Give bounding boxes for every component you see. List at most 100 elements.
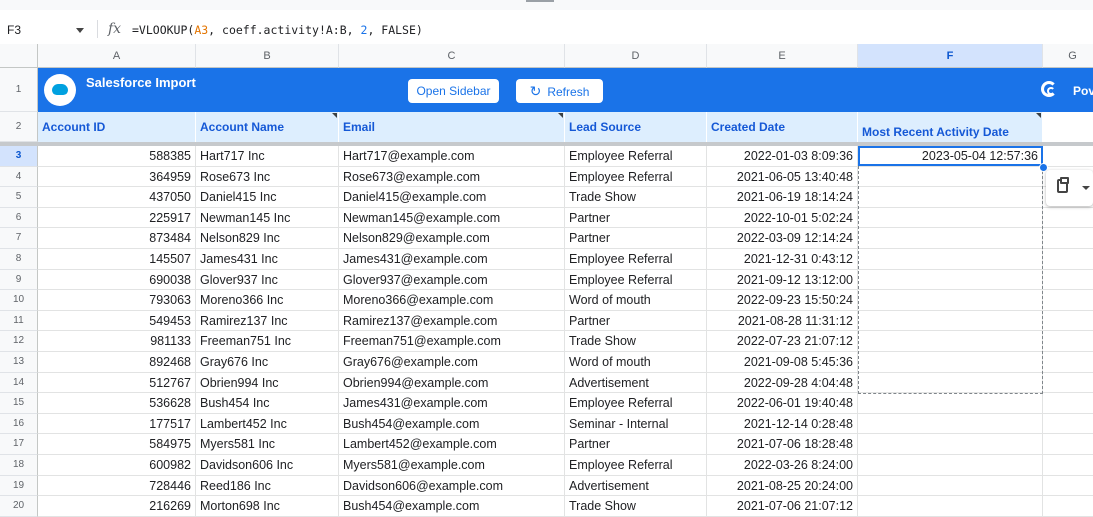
cell-account-name[interactable]: Freeman751 Inc [196,331,339,352]
refresh-button[interactable]: ↻ Refresh [516,79,603,103]
cell-empty[interactable] [1043,146,1093,166]
cell-lead-source[interactable]: Employee Referral [565,454,707,475]
column-header-b[interactable]: B [196,44,339,68]
cell-account-id[interactable]: 512767 [38,372,196,393]
cell-account-name[interactable]: Hart717 Inc [196,146,339,166]
column-header-f[interactable]: F [858,44,1043,68]
cell-created-date[interactable]: 2021-09-08 5:45:36 [707,351,858,372]
cell-email[interactable]: James431@example.com [339,393,565,414]
cell-activity-date[interactable] [858,393,1043,414]
cell-created-date[interactable]: 2021-08-28 11:31:12 [707,310,858,331]
cell-email[interactable]: James431@example.com [339,248,565,269]
cell-email[interactable]: Lambert452@example.com [339,434,565,455]
header-email[interactable]: Email [339,112,565,142]
row-header-12[interactable]: 12 [0,331,38,352]
cell-empty[interactable] [1043,434,1093,454]
cell-created-date[interactable]: 2022-06-01 19:40:48 [707,393,858,414]
cell-created-date[interactable]: 2022-03-26 8:24:00 [707,454,858,475]
paste-options-button[interactable] [1046,170,1093,206]
cell-created-date[interactable]: 2021-12-14 0:28:48 [707,413,858,434]
cell-created-date[interactable]: 2022-09-28 4:04:48 [707,372,858,393]
cell-account-name[interactable]: Newman145 Inc [196,207,339,228]
cell-email[interactable]: Gray676@example.com [339,351,565,372]
cell-account-name[interactable]: James431 Inc [196,248,339,269]
cell-account-id[interactable]: 584975 [38,434,196,455]
row-header-20[interactable]: 20 [0,496,38,517]
cell-empty[interactable] [1043,352,1093,372]
cell-account-id[interactable]: 981133 [38,331,196,352]
cell-account-name[interactable]: Ramirez137 Inc [196,310,339,331]
row-header-18[interactable]: 18 [0,455,38,476]
cell-empty[interactable] [1043,331,1093,351]
cell-created-date[interactable]: 2021-08-25 20:24:00 [707,475,858,496]
row-header-3[interactable]: 3 [0,146,38,167]
cell-account-name[interactable]: Lambert452 Inc [196,413,339,434]
cell-email[interactable]: Moreno366@example.com [339,290,565,311]
row-header-11[interactable]: 11 [0,310,38,332]
column-header-d[interactable]: D [565,44,707,68]
cell-lead-source[interactable]: Partner [565,310,707,331]
cell-lead-source[interactable]: Partner [565,434,707,455]
open-sidebar-button[interactable]: Open Sidebar [408,79,499,103]
cell-created-date[interactable]: 2022-07-23 21:07:12 [707,331,858,352]
cell-empty[interactable] [1043,270,1093,290]
cell-email[interactable]: Nelson829@example.com [339,228,565,249]
cell-empty[interactable] [1043,208,1093,228]
cell-lead-source[interactable]: Employee Referral [565,269,707,290]
cell-empty[interactable] [1043,290,1093,310]
row-header-2[interactable]: 2 [0,112,38,142]
header-account-id[interactable]: Account ID [38,112,196,142]
cell-activity-date[interactable] [858,454,1043,475]
cell-email[interactable]: Freeman751@example.com [339,331,565,352]
cell-account-id[interactable]: 793063 [38,290,196,311]
cell-activity-date[interactable] [858,475,1043,496]
cell-lead-source[interactable]: Employee Referral [565,146,707,166]
cell-account-name[interactable]: Gray676 Inc [196,351,339,372]
cell-empty[interactable] [1043,455,1093,475]
cell-account-id[interactable]: 216269 [38,496,196,517]
cell-empty[interactable] [1043,414,1093,434]
row-header-15[interactable]: 15 [0,393,38,414]
row-header-14[interactable]: 14 [0,372,38,394]
cell-account-name[interactable]: Davidson606 Inc [196,454,339,475]
column-header-g[interactable]: G [1043,44,1093,68]
cell-empty[interactable] [1043,393,1093,413]
cell-email[interactable]: Obrien994@example.com [339,372,565,393]
cell-created-date[interactable]: 2021-06-19 18:14:24 [707,187,858,208]
cell-lead-source[interactable]: Employee Referral [565,166,707,187]
row-header-10[interactable]: 10 [0,290,38,311]
cell-created-date[interactable]: 2021-12-31 0:43:12 [707,248,858,269]
cell-created-date[interactable]: 2022-10-01 5:02:24 [707,207,858,228]
name-box-dropdown-icon[interactable] [76,28,84,33]
cell-email[interactable]: Ramirez137@example.com [339,310,565,331]
header-empty-cell[interactable] [1043,112,1093,142]
cell-lead-source[interactable]: Employee Referral [565,393,707,414]
cell-lead-source[interactable]: Trade Show [565,187,707,208]
cell-email[interactable]: Bush454@example.com [339,496,565,517]
cell-email[interactable]: Glover937@example.com [339,269,565,290]
header-created-date[interactable]: Created Date [707,112,858,142]
row-header-5[interactable]: 5 [0,187,38,208]
column-header-a[interactable]: A [38,44,196,68]
row-header-16[interactable]: 16 [0,413,38,435]
cell-email[interactable]: Hart717@example.com [339,146,565,166]
cell-email[interactable]: Rose673@example.com [339,166,565,187]
header-most-recent-activity-date[interactable]: Most Recent Activity Date [858,112,1043,142]
cell-account-name[interactable]: Moreno366 Inc [196,290,339,311]
cell-created-date[interactable]: 2021-06-05 13:40:48 [707,166,858,187]
row-header-9[interactable]: 9 [0,269,38,291]
row-header-7[interactable]: 7 [0,228,38,249]
formula-input[interactable]: =VLOOKUP(A3, coeff.activity!A:B, 2, FALS… [132,23,423,37]
cell-activity-date[interactable] [858,496,1043,517]
cell-lead-source[interactable]: Trade Show [565,496,707,517]
cell-created-date[interactable]: 2022-01-03 8:09:36 [707,146,858,166]
select-all-corner[interactable] [0,44,38,68]
row-header-6[interactable]: 6 [0,207,38,229]
cell-empty[interactable] [1043,373,1093,393]
cell-email[interactable]: Daniel415@example.com [339,187,565,208]
cell-account-id[interactable]: 145507 [38,248,196,269]
cell-email[interactable]: Myers581@example.com [339,454,565,475]
cell-empty[interactable] [1043,476,1093,496]
cell-empty[interactable] [1043,311,1093,331]
cell-lead-source[interactable]: Trade Show [565,331,707,352]
